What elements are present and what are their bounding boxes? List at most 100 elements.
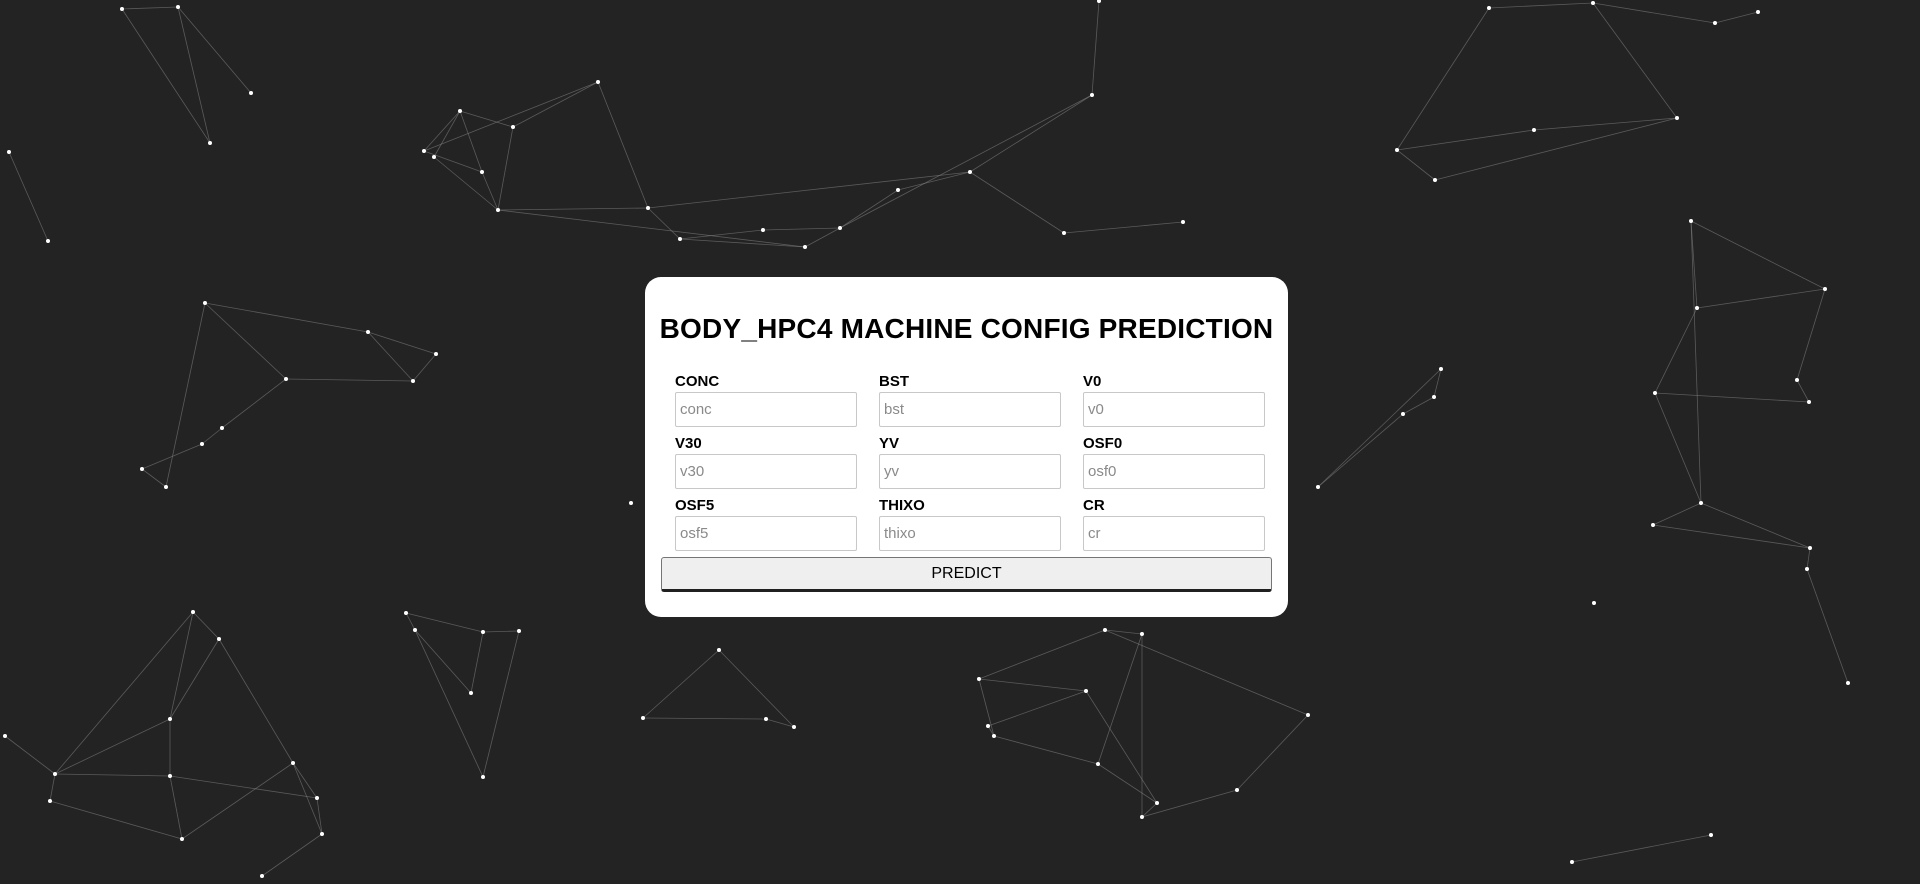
network-link	[49, 800, 183, 840]
network-link	[1806, 547, 1811, 570]
network-link	[804, 227, 841, 248]
network-link	[1091, 0, 1100, 96]
field-label-osf5: OSF5	[675, 497, 715, 514]
v30-input[interactable]	[675, 454, 857, 489]
network-link	[414, 629, 472, 694]
network-link	[512, 81, 599, 128]
network-node	[1795, 378, 1799, 382]
network-link	[1533, 117, 1678, 131]
network-node	[1846, 681, 1850, 685]
network-node	[968, 170, 972, 174]
network-node	[120, 7, 124, 11]
osf0-input[interactable]	[1083, 454, 1265, 489]
network-node	[480, 170, 484, 174]
network-node	[1235, 788, 1239, 792]
network-node	[1699, 501, 1703, 505]
network-node	[517, 629, 521, 633]
network-link	[1396, 7, 1490, 151]
network-node	[1808, 546, 1812, 550]
network-link	[839, 189, 899, 229]
network-link	[1396, 149, 1436, 181]
network-node	[7, 150, 11, 154]
network-node	[1653, 391, 1657, 395]
network-node	[164, 485, 168, 489]
osf5-input[interactable]	[675, 516, 857, 551]
network-link	[54, 611, 194, 775]
v0-input[interactable]	[1083, 392, 1265, 427]
field-label-cr: CR	[1083, 497, 1105, 514]
field-label-conc: CONC	[675, 373, 720, 390]
network-link	[1690, 220, 1826, 290]
network-node	[511, 125, 515, 129]
network-link	[1714, 11, 1759, 24]
network-node	[1651, 523, 1655, 527]
network-node	[249, 91, 253, 95]
cr-input[interactable]	[1083, 516, 1265, 551]
network-link	[470, 631, 484, 694]
network-link	[1236, 714, 1309, 791]
network-link	[969, 94, 1093, 173]
network-node	[992, 734, 996, 738]
network-link	[433, 110, 461, 158]
network-node	[1675, 116, 1679, 120]
network-node	[168, 717, 172, 721]
field-osf0: OSF0	[1083, 435, 1265, 489]
network-link	[169, 775, 318, 799]
network-node	[432, 155, 436, 159]
network-node	[1096, 762, 1100, 766]
network-node	[411, 379, 415, 383]
network-link	[482, 630, 520, 633]
network-node	[1090, 93, 1094, 97]
network-link	[405, 612, 484, 633]
field-label-v0: V0	[1083, 373, 1102, 390]
network-link	[1654, 307, 1698, 394]
network-node	[1316, 485, 1320, 489]
network-link	[169, 611, 194, 720]
thixo-input[interactable]	[879, 516, 1061, 551]
network-link	[433, 156, 499, 211]
network-link	[1097, 763, 1158, 804]
network-node	[1062, 231, 1066, 235]
field-thixo: THIXO	[879, 497, 1061, 551]
network-link	[165, 302, 206, 488]
network-node	[1140, 632, 1144, 636]
conc-input[interactable]	[675, 392, 857, 427]
network-link	[897, 171, 971, 191]
network-node	[404, 611, 408, 615]
network-node	[1689, 219, 1693, 223]
network-node	[140, 467, 144, 471]
network-node	[803, 245, 807, 249]
network-node	[413, 628, 417, 632]
network-link	[978, 629, 1106, 680]
network-node	[1155, 801, 1159, 805]
network-link	[141, 443, 203, 470]
network-link	[177, 6, 252, 94]
network-node	[764, 717, 768, 721]
network-link	[169, 775, 183, 840]
network-node	[1433, 178, 1437, 182]
bst-input[interactable]	[879, 392, 1061, 427]
field-cr: CR	[1083, 497, 1265, 551]
network-link	[1654, 392, 1810, 403]
network-link	[121, 6, 179, 10]
fields-grid: CONC BST V0 V30 YV OSF0 OSF5 THIXO	[675, 373, 1267, 551]
network-link	[204, 302, 287, 380]
network-link	[1652, 524, 1811, 549]
prediction-form-card: BODY_HPC4 MACHINE CONFIG PREDICTION CONC…	[645, 277, 1288, 617]
network-link	[192, 611, 220, 640]
network-node	[986, 724, 990, 728]
network-link	[54, 773, 171, 777]
network-link	[1488, 2, 1594, 9]
network-link	[169, 638, 220, 720]
field-v30: V30	[675, 435, 857, 489]
field-label-bst: BST	[879, 373, 909, 390]
network-node	[1570, 860, 1574, 864]
network-link	[221, 378, 287, 429]
network-node	[208, 141, 212, 145]
network-node	[1487, 6, 1491, 10]
predict-button[interactable]: PREDICT	[661, 557, 1272, 592]
network-link	[1592, 2, 1716, 24]
yv-input[interactable]	[879, 454, 1061, 489]
network-node	[220, 426, 224, 430]
field-label-v30: V30	[675, 435, 702, 452]
